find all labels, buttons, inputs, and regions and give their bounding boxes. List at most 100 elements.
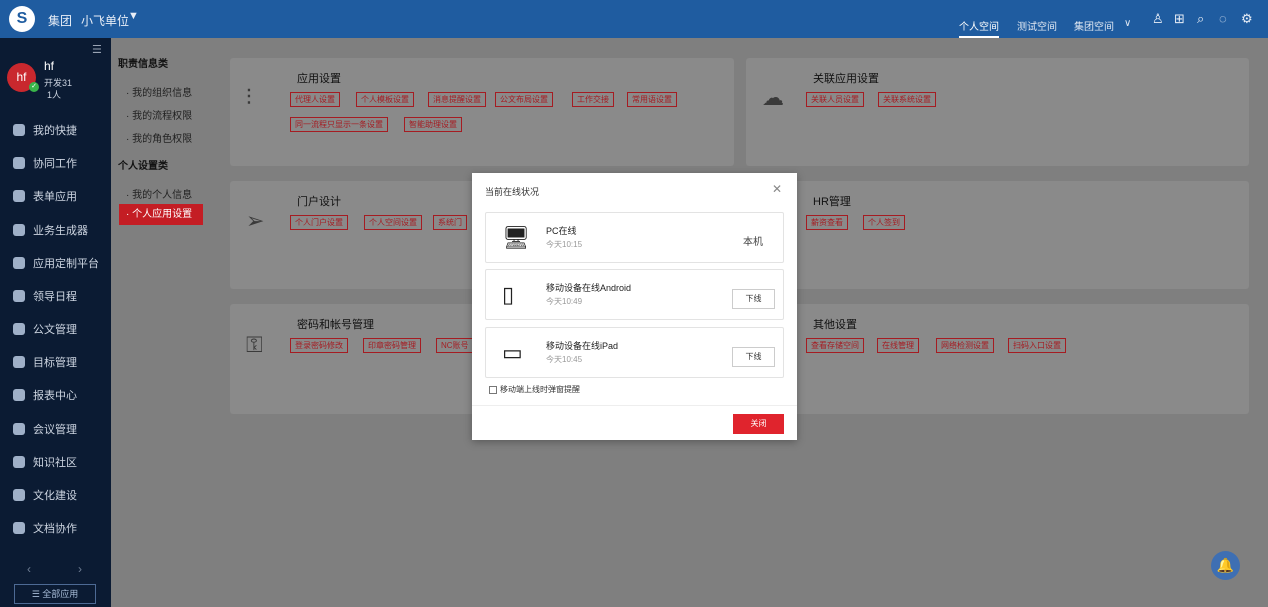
collab-icon xyxy=(13,157,25,169)
chevron-down-icon[interactable]: ∨ xyxy=(1124,18,1131,29)
sidebar-item-shortcuts[interactable]: 我的快捷 xyxy=(13,120,77,140)
chat-icon[interactable]: ◌ xyxy=(1219,11,1227,26)
unit-switch[interactable]: 小飞单位 xyxy=(81,12,129,29)
caret-down-icon[interactable]: ▼ xyxy=(128,10,139,22)
device-time: 今天10:49 xyxy=(546,297,583,306)
graduation-icon xyxy=(13,456,25,468)
sidebar-item-label: 知识社区 xyxy=(33,457,77,469)
device-row-ipad: ▭ 移动设备在线iPad 今天10:45 下线 xyxy=(485,327,784,378)
sidebar-item-label: 应用定制平台 xyxy=(33,258,99,270)
tag-button[interactable]: 消息提醒设置 xyxy=(428,92,486,107)
tag-button[interactable]: NC账号 xyxy=(436,338,474,353)
sidebar-item-documents[interactable]: 公文管理 xyxy=(13,319,77,339)
tag-button[interactable]: 个人模板设置 xyxy=(356,92,414,107)
device-time: 今天10:15 xyxy=(546,240,583,249)
card-title: 密码和帐号管理 xyxy=(297,319,374,331)
card-title: HR管理 xyxy=(813,196,851,208)
online-check-icon: ✓ xyxy=(29,82,39,92)
sidebar-item-label: 文化建设 xyxy=(33,490,77,502)
device-row-pc: 🖥 PC在线 今天10:15 本机 xyxy=(485,212,784,263)
logout-android-button[interactable]: 下线 xyxy=(732,289,775,309)
tag-button[interactable]: 网络检测设置 xyxy=(936,338,994,353)
search-icon[interactable]: ⌕ xyxy=(1197,11,1204,27)
send-icon: ➢ xyxy=(246,208,265,233)
tag-button[interactable]: 查看存储空间 xyxy=(806,338,864,353)
tab-group-space[interactable]: 集团空间 xyxy=(1074,18,1114,33)
sidebar-item-biz-generator[interactable]: 业务生成器 xyxy=(13,220,88,240)
submenu-group-title: 职责信息类 xyxy=(118,59,168,70)
sidebar-item-culture[interactable]: 文化建设 xyxy=(13,485,77,505)
tag-button[interactable]: 工作交接 xyxy=(572,92,614,107)
device-time: 今天10:45 xyxy=(546,355,583,364)
logout-ipad-button[interactable]: 下线 xyxy=(732,347,775,367)
org-switch[interactable]: 集团 xyxy=(48,12,72,29)
tag-button[interactable]: 印章密码管理 xyxy=(363,338,421,353)
submenu-item-app-settings[interactable]: · 个人应用设置 xyxy=(119,204,203,225)
sidebar-item-knowledge[interactable]: 知识社区 xyxy=(13,452,77,472)
submenu-item-flow-perm[interactable]: · 我的流程权限 xyxy=(126,107,192,122)
sliders-icon: ⫶ xyxy=(246,85,252,110)
target-icon xyxy=(13,356,25,368)
cube-icon xyxy=(13,224,25,236)
doc-collab-icon xyxy=(13,522,25,534)
sidebar-item-goals[interactable]: 目标管理 xyxy=(13,352,77,372)
checkbox-label: 移动端上线时弹窗提醒 xyxy=(500,385,580,394)
tag-button[interactable]: 公文布局设置 xyxy=(495,92,553,107)
sidebar-item-meetings[interactable]: 会议管理 xyxy=(13,419,77,439)
settings-icon[interactable]: ⚙ xyxy=(1241,11,1253,27)
sidebar-item-reports[interactable]: 报表中心 xyxy=(13,385,77,405)
this-device-label: 本机 xyxy=(743,237,763,248)
card-title: 其他设置 xyxy=(813,319,857,331)
tag-button[interactable]: 扫码入口设置 xyxy=(1008,338,1066,353)
submenu-panel xyxy=(111,38,216,607)
sidebar-item-collab[interactable]: 协同工作 xyxy=(13,153,77,173)
tab-personal-space[interactable]: 个人空间 xyxy=(959,18,999,38)
form-icon xyxy=(13,190,25,202)
logo-icon: S xyxy=(9,6,35,32)
all-apps-button[interactable]: ☰ 全部应用 xyxy=(14,584,96,604)
tag-button[interactable]: 个人门户设置 xyxy=(290,215,348,230)
apps-icon[interactable]: ⊞ xyxy=(1174,11,1185,27)
card-title: 门户设计 xyxy=(297,196,341,208)
submenu-item-personal-info[interactable]: · 我的个人信息 xyxy=(126,186,192,201)
close-icon[interactable]: ✕ xyxy=(772,182,782,196)
notification-bell-icon[interactable]: 🔔 xyxy=(1211,551,1240,580)
sidebar-item-label: 领导日程 xyxy=(33,291,77,303)
dialog-title: 当前在线状况 xyxy=(485,187,540,197)
sidebar-item-app-platform[interactable]: 应用定制平台 xyxy=(13,253,99,273)
close-button[interactable]: 关闭 xyxy=(733,414,784,434)
sidebar-item-doc-collab[interactable]: 文档协作 xyxy=(13,518,77,538)
popup-reminder-checkbox[interactable] xyxy=(489,386,497,394)
culture-icon xyxy=(13,489,25,501)
tag-button[interactable]: 关联系统设置 xyxy=(878,92,936,107)
tag-button[interactable]: 个人签到 xyxy=(863,215,905,230)
chevron-left-icon[interactable]: ‹ xyxy=(27,562,31,576)
tag-button[interactable]: 常用语设置 xyxy=(627,92,677,107)
top-bar: S 集团 小飞单位 ▼ 个人空间 测试空间 集团空间 ∨ ♙ ⊞ ⌕ ◌ ⚙ xyxy=(0,0,1268,38)
sidebar-item-leader-schedule[interactable]: 领导日程 xyxy=(13,286,77,306)
menu-collapse-icon[interactable]: ☰ xyxy=(92,43,102,56)
tag-button[interactable]: 代理人设置 xyxy=(290,92,340,107)
key-icon: ⚿ xyxy=(246,332,263,357)
tab-test-space[interactable]: 测试空间 xyxy=(1017,18,1057,33)
monitor-icon: 🖥 xyxy=(502,225,530,250)
tag-button[interactable]: 在线管理 xyxy=(877,338,919,353)
tag-button[interactable]: 关联人员设置 xyxy=(806,92,864,107)
sidebar-item-forms[interactable]: 表单应用 xyxy=(13,186,77,206)
tag-button[interactable]: 登录密码修改 xyxy=(290,338,348,353)
tag-button[interactable]: 智能助理设置 xyxy=(404,117,462,132)
tag-button[interactable]: 个人空间设置 xyxy=(364,215,422,230)
tag-button[interactable]: 同一流程只显示一条设置 xyxy=(290,117,388,132)
chevron-right-icon[interactable]: › xyxy=(78,562,82,576)
user-icon[interactable]: ♙ xyxy=(1152,11,1164,27)
sidebar-item-label: 目标管理 xyxy=(33,357,77,369)
submenu-item-role-perm[interactable]: · 我的角色权限 xyxy=(126,130,192,145)
device-name: 移动设备在线Android xyxy=(546,283,632,293)
tag-button[interactable]: 薪资查看 xyxy=(806,215,848,230)
phone-icon: ▯ xyxy=(502,282,515,307)
submenu-item-org-info[interactable]: · 我的组织信息 xyxy=(126,84,192,99)
sidebar-item-label: 我的快捷 xyxy=(33,125,77,137)
tag-button[interactable]: 系统门 xyxy=(433,215,467,230)
sidebar-item-label: 公文管理 xyxy=(33,324,77,336)
report-icon xyxy=(13,389,25,401)
